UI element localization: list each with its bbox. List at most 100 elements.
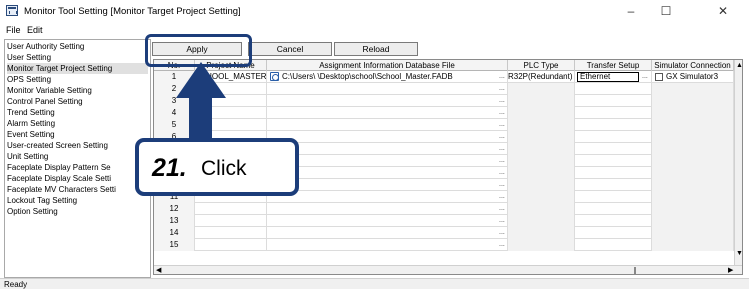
cancel-button[interactable]: Cancel bbox=[248, 42, 332, 56]
close-button[interactable]: ✕ bbox=[708, 2, 738, 20]
cell-project-name[interactable] bbox=[195, 203, 267, 215]
cell-transfer-setup[interactable] bbox=[575, 167, 652, 179]
cell-simulator-connection[interactable] bbox=[652, 227, 734, 239]
browse-ellipsis-button[interactable]: ... bbox=[499, 191, 505, 203]
cell-plc-type[interactable] bbox=[508, 239, 575, 251]
cell-plc-type[interactable] bbox=[508, 119, 575, 131]
sidebar-item[interactable]: Faceplate MV Characters Setti bbox=[7, 184, 116, 195]
sidebar-item[interactable]: Monitor Variable Setting bbox=[7, 85, 92, 96]
cell-simulator-connection[interactable] bbox=[652, 83, 734, 95]
cell-database-file[interactable]: ... bbox=[267, 131, 508, 143]
cell-plc-type[interactable] bbox=[508, 191, 575, 203]
browse-ellipsis-button[interactable]: ... bbox=[499, 155, 505, 167]
cell-transfer-setup[interactable] bbox=[575, 155, 652, 167]
sidebar-item[interactable]: Faceplate Display Scale Setti bbox=[7, 173, 111, 184]
menu-edit[interactable]: Edit bbox=[27, 25, 43, 35]
cell-plc-type[interactable] bbox=[508, 179, 575, 191]
sidebar-item[interactable]: Lockout Tag Setting bbox=[7, 195, 77, 206]
cell-simulator-connection[interactable] bbox=[652, 239, 734, 251]
cell-simulator-connection[interactable] bbox=[652, 107, 734, 119]
table-row[interactable]: 13... bbox=[154, 215, 734, 227]
cell-database-file[interactable]: C:\Users\ \Desktop\school\School_Master.… bbox=[267, 71, 508, 83]
sidebar-item[interactable]: User-created Screen Setting bbox=[7, 140, 108, 151]
sidebar-item[interactable]: Event Setting bbox=[7, 129, 55, 140]
sidebar-item[interactable]: Option Setting bbox=[7, 206, 58, 217]
cell-simulator-connection[interactable] bbox=[652, 131, 734, 143]
table-row[interactable]: 14... bbox=[154, 227, 734, 239]
cell-transfer-setup[interactable] bbox=[575, 107, 652, 119]
file-select-icon[interactable] bbox=[270, 72, 279, 82]
browse-ellipsis-button[interactable]: ... bbox=[499, 107, 505, 119]
cell-transfer-setup[interactable] bbox=[575, 119, 652, 131]
cell-database-file[interactable]: ... bbox=[267, 227, 508, 239]
simulator-checkbox[interactable] bbox=[655, 72, 663, 81]
browse-ellipsis-button[interactable]: ... bbox=[499, 239, 505, 251]
cell-database-file[interactable]: ... bbox=[267, 143, 508, 155]
cell-transfer-setup[interactable] bbox=[575, 227, 652, 239]
browse-ellipsis-button[interactable]: ... bbox=[499, 71, 505, 83]
cell-plc-type[interactable] bbox=[508, 95, 575, 107]
table-row[interactable]: 1 SCHOOL_MASTER C:\Users\ \Desktop\school\… bbox=[154, 71, 734, 83]
cell-simulator-connection[interactable] bbox=[652, 143, 734, 155]
sidebar-item[interactable]: Alarm Setting bbox=[7, 118, 55, 129]
maximize-button[interactable]: ☐ bbox=[651, 2, 681, 20]
browse-ellipsis-button[interactable]: ... bbox=[499, 143, 505, 155]
cell-transfer-setup[interactable] bbox=[575, 191, 652, 203]
cell-transfer-setup[interactable] bbox=[575, 203, 652, 215]
cell-transfer-setup[interactable] bbox=[575, 83, 652, 95]
cell-transfer-setup[interactable] bbox=[575, 131, 652, 143]
cell-database-file[interactable]: ... bbox=[267, 203, 508, 215]
table-row[interactable]: 4... bbox=[154, 107, 734, 119]
minimize-button[interactable]: – bbox=[616, 2, 646, 20]
sidebar-item[interactable]: Unit Setting bbox=[7, 151, 48, 162]
scroll-thumb[interactable] bbox=[634, 267, 636, 274]
vertical-scrollbar[interactable]: ▲ ▼ bbox=[734, 60, 742, 265]
browse-ellipsis-button[interactable]: ... bbox=[499, 119, 505, 131]
table-row[interactable]: 3... bbox=[154, 95, 734, 107]
cell-simulator-connection[interactable] bbox=[652, 191, 734, 203]
cell-transfer-setup[interactable] bbox=[575, 95, 652, 107]
cell-simulator-connection[interactable] bbox=[652, 119, 734, 131]
table-row[interactable]: 2... bbox=[154, 83, 734, 95]
cell-plc-type[interactable] bbox=[508, 215, 575, 227]
browse-ellipsis-button[interactable]: ... bbox=[499, 95, 505, 107]
cell-simulator-connection[interactable]: GX Simulator3 bbox=[652, 71, 734, 83]
cell-transfer-setup[interactable]: Ethernet... bbox=[575, 71, 652, 83]
sidebar-item[interactable]: OPS Setting bbox=[7, 74, 51, 85]
sidebar-item[interactable]: Control Panel Setting bbox=[7, 96, 83, 107]
cell-plc-type[interactable] bbox=[508, 83, 575, 95]
cell-transfer-setup[interactable] bbox=[575, 143, 652, 155]
cell-transfer-setup[interactable] bbox=[575, 179, 652, 191]
transfer-setup-field[interactable]: Ethernet bbox=[577, 72, 639, 82]
cell-database-file[interactable]: ... bbox=[267, 167, 508, 179]
cell-simulator-connection[interactable] bbox=[652, 167, 734, 179]
cell-plc-type[interactable] bbox=[508, 131, 575, 143]
cell-database-file[interactable]: ... bbox=[267, 179, 508, 191]
cell-simulator-connection[interactable] bbox=[652, 179, 734, 191]
cell-simulator-connection[interactable] bbox=[652, 95, 734, 107]
cell-database-file[interactable]: ... bbox=[267, 191, 508, 203]
sidebar-item[interactable]: User Setting bbox=[7, 52, 51, 63]
cell-database-file[interactable]: ... bbox=[267, 83, 508, 95]
cell-plc-type[interactable]: R32P(Redundant) bbox=[508, 71, 575, 83]
table-row[interactable]: 5... bbox=[154, 119, 734, 131]
cell-project-name[interactable] bbox=[195, 227, 267, 239]
sidebar-item[interactable]: User Authority Setting bbox=[7, 41, 84, 52]
transfer-setup-ellipsis-button[interactable]: ... bbox=[642, 71, 648, 83]
cell-plc-type[interactable] bbox=[508, 143, 575, 155]
sidebar-item[interactable]: Trend Setting bbox=[7, 107, 55, 118]
cell-simulator-connection[interactable] bbox=[652, 215, 734, 227]
menu-file[interactable]: File bbox=[6, 25, 21, 35]
scroll-right-icon[interactable]: ▶ bbox=[728, 266, 733, 274]
reload-button[interactable]: Reload bbox=[334, 42, 418, 56]
cell-project-name[interactable] bbox=[195, 215, 267, 227]
cell-plc-type[interactable] bbox=[508, 155, 575, 167]
cell-database-file[interactable]: ... bbox=[267, 155, 508, 167]
horizontal-scrollbar[interactable]: ◀ ▶ bbox=[154, 265, 742, 274]
cell-transfer-setup[interactable] bbox=[575, 215, 652, 227]
scroll-left-icon[interactable]: ◀ bbox=[156, 266, 161, 274]
browse-ellipsis-button[interactable]: ... bbox=[499, 203, 505, 215]
sidebar-item[interactable]: Faceplate Display Pattern Se bbox=[7, 162, 111, 173]
cell-database-file[interactable]: ... bbox=[267, 95, 508, 107]
browse-ellipsis-button[interactable]: ... bbox=[499, 83, 505, 95]
